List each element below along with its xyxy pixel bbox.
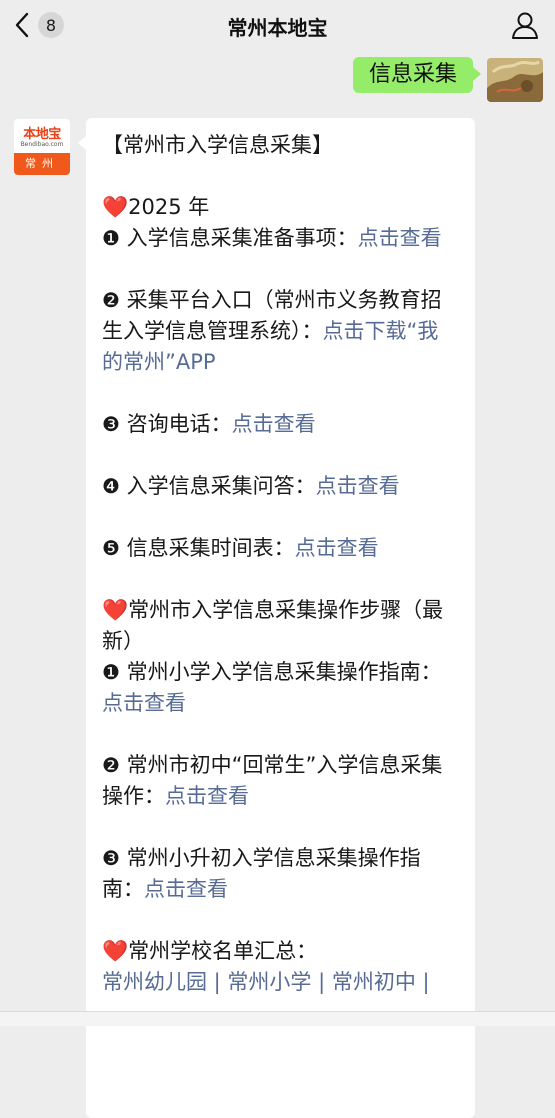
year-label: 2025 年	[128, 195, 210, 219]
school-list-links[interactable]: 常州幼儿园 | 常州小学 | 常州初中 |	[102, 970, 430, 994]
list-item: ❸ 常州小升初入学信息采集操作指南：点击查看	[102, 843, 459, 905]
item-number: ❺	[102, 536, 120, 560]
view-link[interactable]: 点击查看	[102, 691, 186, 715]
chat-title: 常州本地宝	[227, 16, 328, 40]
message-heading: 【常州市入学信息采集】	[102, 133, 333, 157]
item-text: 入学信息采集问答：	[119, 474, 316, 498]
top-bar: 8 常州本地宝	[0, 0, 555, 50]
item-number: ❶	[102, 226, 120, 250]
year-section: ❤️2025 年	[102, 192, 459, 223]
item-number: ❷	[102, 753, 120, 777]
list-item: ❶ 常州小学入学信息采集操作指南： 点击查看	[102, 657, 459, 719]
view-link[interactable]: 点击查看	[165, 784, 249, 808]
item-text: 信息采集时间表：	[119, 536, 295, 560]
schools-section: ❤️常州学校名单汇总：	[102, 936, 459, 967]
view-link[interactable]: 点击查看	[358, 226, 442, 250]
item-number: ❸	[102, 846, 120, 870]
item-text: 咨询电话：	[119, 412, 232, 436]
heart-icon: ❤️	[102, 939, 129, 963]
logo-text: 本地宝	[23, 127, 61, 142]
list-item: ❷ 采集平台入口（常州市义务教育招生入学信息管理系统）：点击下载“我的常州”AP…	[102, 285, 459, 378]
list-item: ❷ 常州市初中“回常生”入学信息采集操作：点击查看	[102, 750, 459, 812]
heart-icon: ❤️	[102, 598, 129, 622]
view-link[interactable]: 点击查看	[144, 877, 228, 901]
input-bar[interactable]	[0, 1011, 555, 1026]
item-number: ❶	[102, 660, 120, 684]
view-link[interactable]: 点击查看	[232, 412, 316, 436]
view-link[interactable]: 点击查看	[316, 474, 400, 498]
person-icon	[512, 12, 538, 39]
item-number: ❹	[102, 474, 120, 498]
schools-links: 常州幼儿园 | 常州小学 | 常州初中 |	[102, 967, 459, 998]
list-item: ❹ 入学信息采集问答：点击查看	[102, 471, 459, 502]
schools-heading: 常州学校名单汇总：	[128, 939, 318, 963]
incoming-message: 【常州市入学信息采集】 ❤️2025 年 ❶ 入学信息采集准备事项：点击查看 ❷…	[78, 118, 475, 1118]
bot-avatar[interactable]: 本地宝 Bendibao.com 常州	[14, 119, 70, 175]
profile-button[interactable]	[511, 11, 539, 39]
steps-section: ❤️常州市入学信息采集操作步骤（最新）	[102, 595, 459, 657]
item-text: 常州小学入学信息采集操作指南：	[119, 660, 442, 684]
heart-icon: ❤️	[102, 195, 129, 219]
avatar-image-icon	[487, 58, 543, 102]
logo-subtext: Bendibao.com	[20, 141, 64, 148]
list-item: ❶ 入学信息采集准备事项：点击查看	[102, 223, 459, 254]
view-link[interactable]: 点击查看	[295, 536, 379, 560]
outgoing-message[interactable]: 信息采集	[352, 57, 482, 93]
list-item: ❺ 信息采集时间表：点击查看	[102, 533, 459, 564]
item-number: ❸	[102, 412, 120, 436]
item-text: 常州市初中“回常生”入学信息采集操作：	[102, 753, 443, 808]
user-avatar[interactable]	[487, 58, 543, 102]
steps-heading: 常州市入学信息采集操作步骤（最新）	[102, 598, 444, 653]
item-text: 入学信息采集准备事项：	[119, 226, 358, 250]
item-number: ❷	[102, 288, 120, 312]
list-item: ❸ 咨询电话：点击查看	[102, 409, 459, 440]
city-label: 常州	[14, 153, 70, 175]
